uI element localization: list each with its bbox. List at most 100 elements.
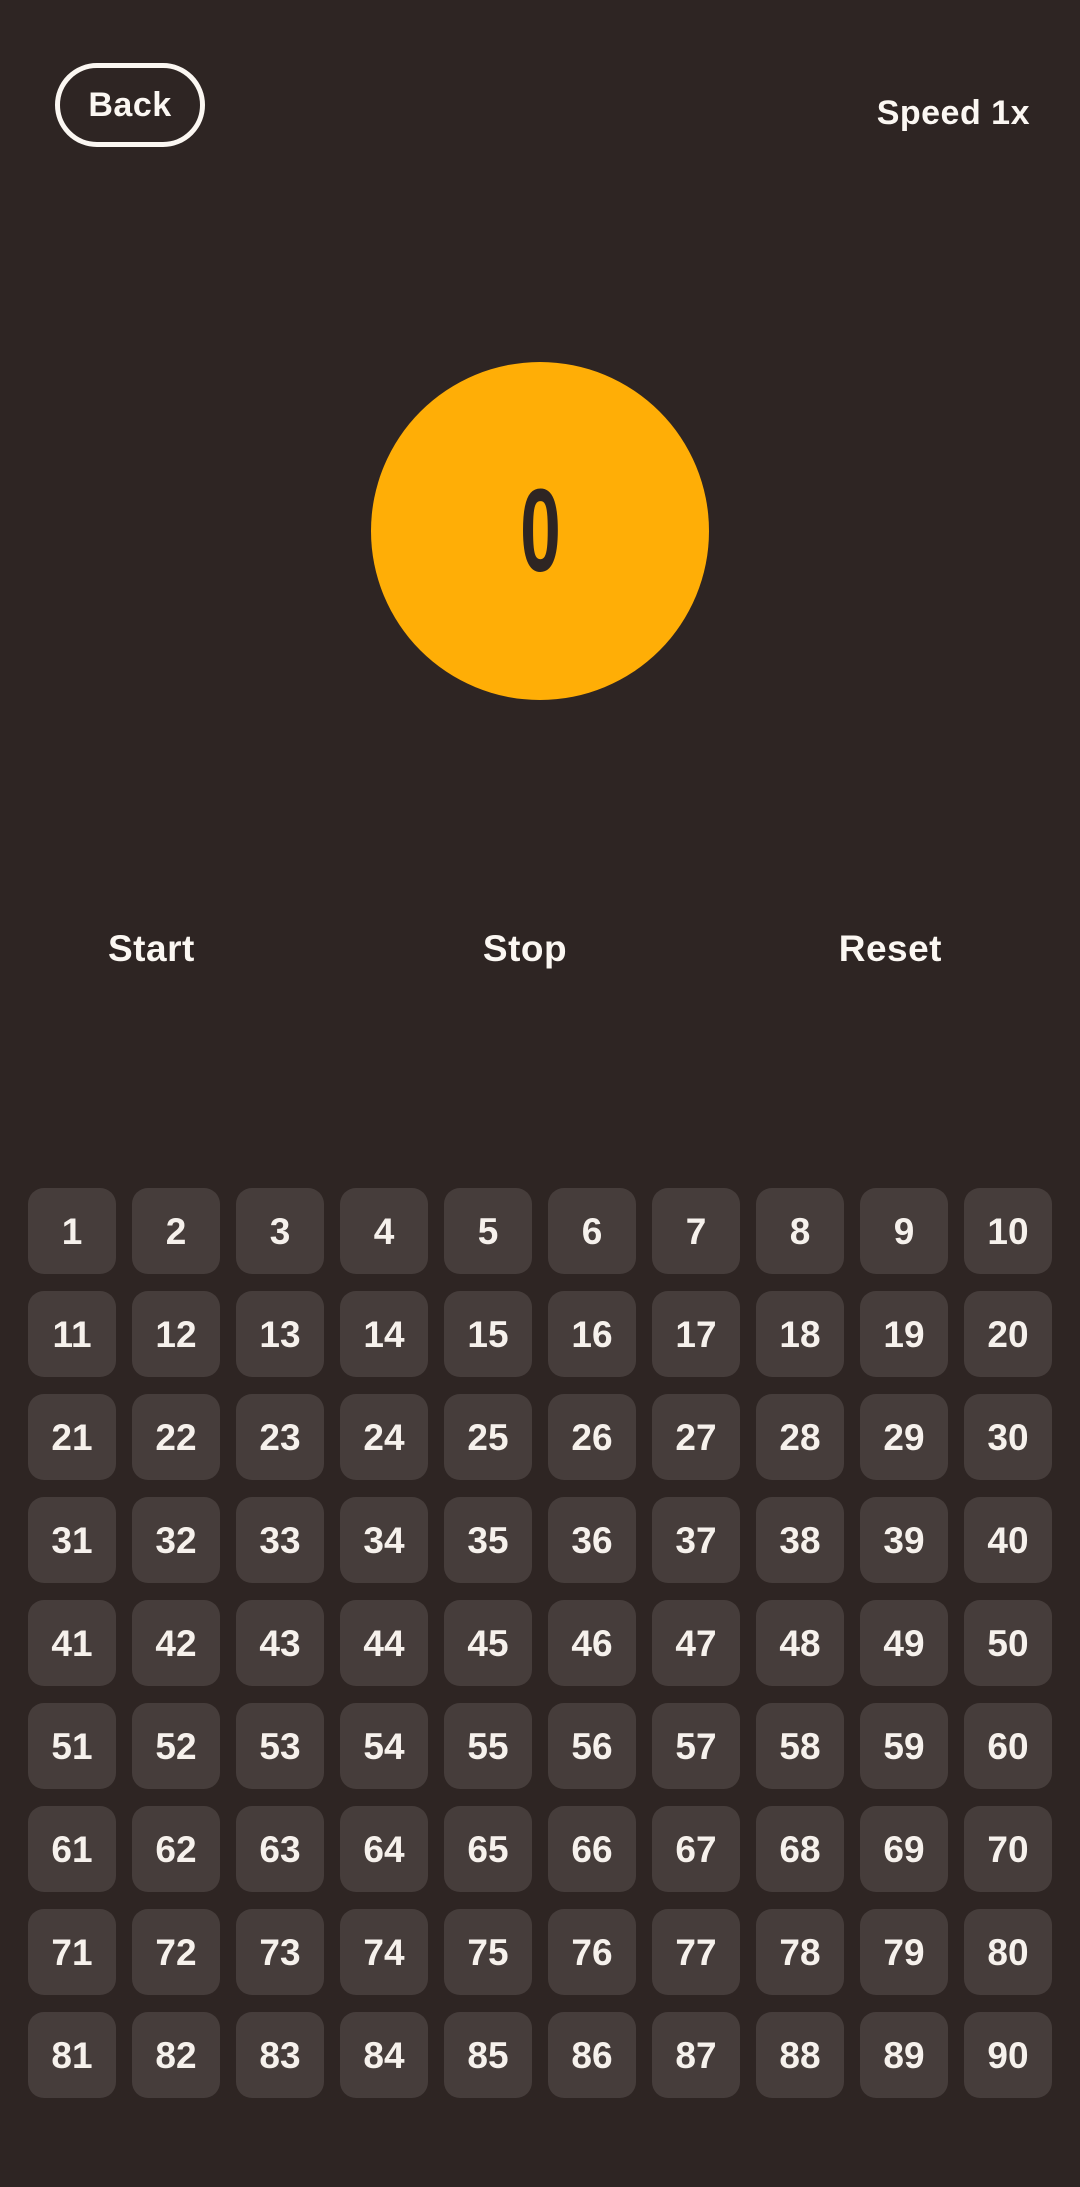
number-cell[interactable]: 54 <box>340 1703 428 1789</box>
number-cell[interactable]: 22 <box>132 1394 220 1480</box>
number-cell[interactable]: 8 <box>756 1188 844 1274</box>
number-cell[interactable]: 68 <box>756 1806 844 1892</box>
number-cell[interactable]: 71 <box>28 1909 116 1995</box>
number-cell[interactable]: 32 <box>132 1497 220 1583</box>
number-cell[interactable]: 70 <box>964 1806 1052 1892</box>
number-cell[interactable]: 33 <box>236 1497 324 1583</box>
number-cell[interactable]: 72 <box>132 1909 220 1995</box>
counter-section: 0 <box>0 360 1080 702</box>
number-cell[interactable]: 21 <box>28 1394 116 1480</box>
number-cell[interactable]: 75 <box>444 1909 532 1995</box>
number-cell[interactable]: 40 <box>964 1497 1052 1583</box>
number-cell[interactable]: 73 <box>236 1909 324 1995</box>
number-cell[interactable]: 34 <box>340 1497 428 1583</box>
number-cell[interactable]: 65 <box>444 1806 532 1892</box>
number-cell[interactable]: 66 <box>548 1806 636 1892</box>
number-cell[interactable]: 42 <box>132 1600 220 1686</box>
number-cell[interactable]: 12 <box>132 1291 220 1377</box>
number-cell[interactable]: 37 <box>652 1497 740 1583</box>
number-cell[interactable]: 74 <box>340 1909 428 1995</box>
number-cell[interactable]: 25 <box>444 1394 532 1480</box>
number-cell[interactable]: 5 <box>444 1188 532 1274</box>
number-cell[interactable]: 58 <box>756 1703 844 1789</box>
number-cell[interactable]: 24 <box>340 1394 428 1480</box>
number-cell[interactable]: 41 <box>28 1600 116 1686</box>
number-cell[interactable]: 51 <box>28 1703 116 1789</box>
number-cell[interactable]: 52 <box>132 1703 220 1789</box>
number-cell[interactable]: 39 <box>860 1497 948 1583</box>
number-cell[interactable]: 35 <box>444 1497 532 1583</box>
number-cell[interactable]: 62 <box>132 1806 220 1892</box>
number-cell[interactable]: 82 <box>132 2012 220 2098</box>
number-cell[interactable]: 79 <box>860 1909 948 1995</box>
number-cell[interactable]: 88 <box>756 2012 844 2098</box>
speed-indicator[interactable]: Speed 1x <box>877 96 1030 130</box>
number-cell[interactable]: 4 <box>340 1188 428 1274</box>
number-cell[interactable]: 89 <box>860 2012 948 2098</box>
top-bar: Back Speed 1x <box>0 0 1080 170</box>
number-cell[interactable]: 48 <box>756 1600 844 1686</box>
back-button[interactable]: Back <box>55 63 205 147</box>
number-cell[interactable]: 18 <box>756 1291 844 1377</box>
number-cell[interactable]: 78 <box>756 1909 844 1995</box>
number-cell[interactable]: 38 <box>756 1497 844 1583</box>
control-row: Start Stop Reset <box>0 920 1080 977</box>
number-cell[interactable]: 30 <box>964 1394 1052 1480</box>
number-cell[interactable]: 45 <box>444 1600 532 1686</box>
number-cell[interactable]: 57 <box>652 1703 740 1789</box>
number-cell[interactable]: 15 <box>444 1291 532 1377</box>
number-cell[interactable]: 10 <box>964 1188 1052 1274</box>
number-cell[interactable]: 84 <box>340 2012 428 2098</box>
number-cell[interactable]: 13 <box>236 1291 324 1377</box>
number-cell[interactable]: 36 <box>548 1497 636 1583</box>
start-button[interactable]: Start <box>80 920 386 977</box>
number-cell[interactable]: 27 <box>652 1394 740 1480</box>
number-cell[interactable]: 56 <box>548 1703 636 1789</box>
number-cell[interactable]: 31 <box>28 1497 116 1583</box>
number-cell[interactable]: 2 <box>132 1188 220 1274</box>
number-cell[interactable]: 77 <box>652 1909 740 1995</box>
number-cell[interactable]: 85 <box>444 2012 532 2098</box>
number-cell[interactable]: 44 <box>340 1600 428 1686</box>
number-cell[interactable]: 16 <box>548 1291 636 1377</box>
number-cell[interactable]: 90 <box>964 2012 1052 2098</box>
number-cell[interactable]: 7 <box>652 1188 740 1274</box>
number-cell[interactable]: 19 <box>860 1291 948 1377</box>
number-grid: 1 2 3 4 5 6 7 8 9 10 11 12 13 14 15 16 17 18 19 20 21 22 23 24 2… <box>28 1188 1052 2098</box>
number-cell[interactable]: 64 <box>340 1806 428 1892</box>
number-cell[interactable]: 67 <box>652 1806 740 1892</box>
number-cell[interactable]: 26 <box>548 1394 636 1480</box>
counter-circle[interactable]: 0 <box>371 362 709 700</box>
number-cell[interactable]: 76 <box>548 1909 636 1995</box>
number-cell[interactable]: 43 <box>236 1600 324 1686</box>
number-cell[interactable]: 53 <box>236 1703 324 1789</box>
number-cell[interactable]: 49 <box>860 1600 948 1686</box>
number-cell[interactable]: 61 <box>28 1806 116 1892</box>
number-cell[interactable]: 50 <box>964 1600 1052 1686</box>
number-cell[interactable]: 81 <box>28 2012 116 2098</box>
number-cell[interactable]: 1 <box>28 1188 116 1274</box>
number-cell[interactable]: 46 <box>548 1600 636 1686</box>
number-cell[interactable]: 20 <box>964 1291 1052 1377</box>
number-cell[interactable]: 59 <box>860 1703 948 1789</box>
number-cell[interactable]: 60 <box>964 1703 1052 1789</box>
number-cell[interactable]: 17 <box>652 1291 740 1377</box>
number-cell[interactable]: 87 <box>652 2012 740 2098</box>
number-cell[interactable]: 23 <box>236 1394 324 1480</box>
number-cell[interactable]: 69 <box>860 1806 948 1892</box>
number-cell[interactable]: 86 <box>548 2012 636 2098</box>
number-cell[interactable]: 83 <box>236 2012 324 2098</box>
number-cell[interactable]: 3 <box>236 1188 324 1274</box>
number-cell[interactable]: 6 <box>548 1188 636 1274</box>
number-cell[interactable]: 63 <box>236 1806 324 1892</box>
number-cell[interactable]: 29 <box>860 1394 948 1480</box>
number-cell[interactable]: 14 <box>340 1291 428 1377</box>
number-cell[interactable]: 9 <box>860 1188 948 1274</box>
stop-button[interactable]: Stop <box>386 920 664 977</box>
number-cell[interactable]: 11 <box>28 1291 116 1377</box>
number-cell[interactable]: 55 <box>444 1703 532 1789</box>
number-cell[interactable]: 80 <box>964 1909 1052 1995</box>
number-cell[interactable]: 28 <box>756 1394 844 1480</box>
number-cell[interactable]: 47 <box>652 1600 740 1686</box>
reset-button[interactable]: Reset <box>664 920 1000 977</box>
